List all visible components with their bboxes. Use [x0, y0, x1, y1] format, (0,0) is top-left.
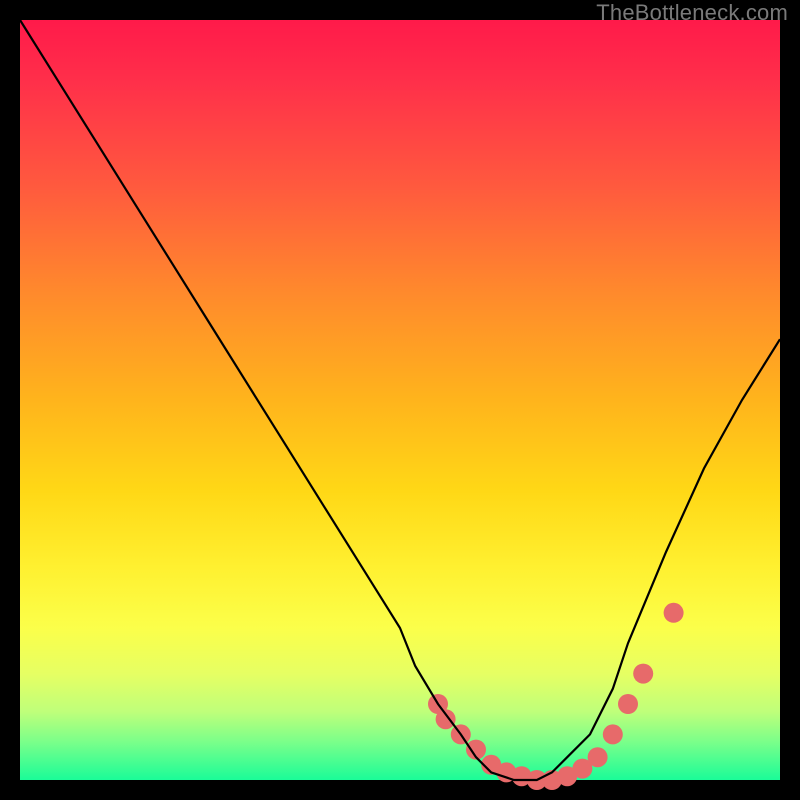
chart-canvas: TheBottleneck.com	[0, 0, 800, 800]
marker-point	[588, 747, 608, 767]
marker-point	[633, 664, 653, 684]
curve-svg	[20, 20, 780, 780]
marker-layer	[428, 603, 684, 790]
marker-point	[618, 694, 638, 714]
bottleneck-curve	[20, 20, 780, 780]
attribution-label: TheBottleneck.com	[596, 0, 788, 26]
marker-point	[436, 709, 456, 729]
plot-area	[20, 20, 780, 780]
marker-point	[664, 603, 684, 623]
marker-point	[603, 724, 623, 744]
